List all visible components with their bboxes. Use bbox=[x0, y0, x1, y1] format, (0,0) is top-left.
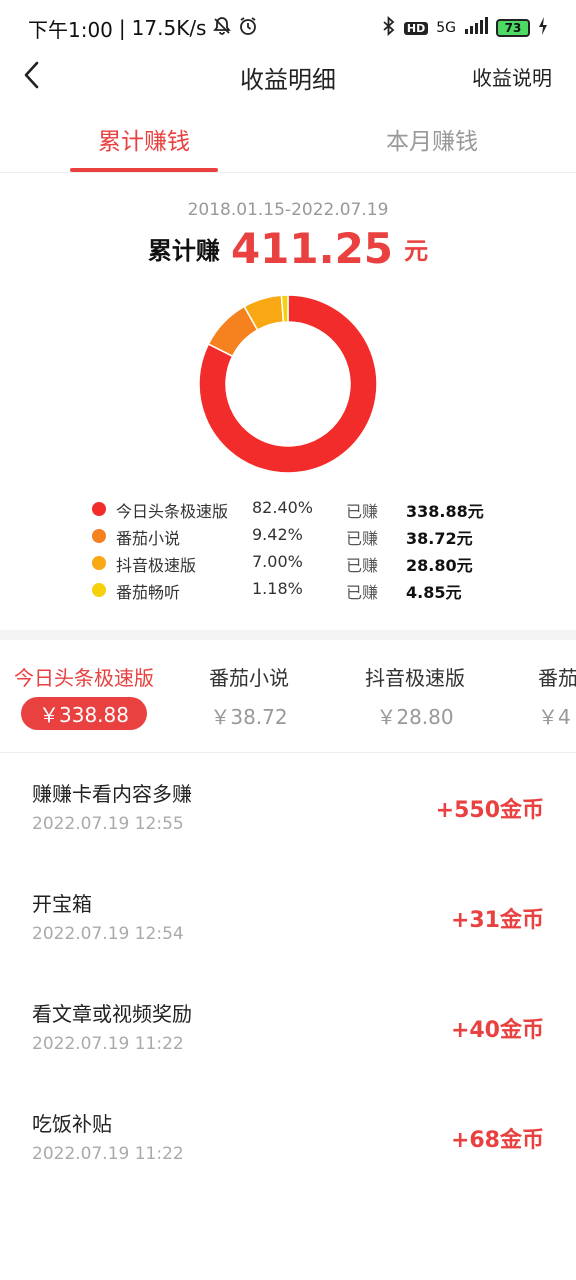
platform-tabs: 今日头条极速版 ￥338.88 番茄小说 ￥38.72 抖音极速版 ￥28.80… bbox=[0, 650, 576, 736]
record-item: 开宝箱 2022.07.19 12:54 +31金币 bbox=[0, 870, 576, 980]
record-coins: +550金币 bbox=[435, 798, 544, 823]
record-title: 看文章或视频奖励 bbox=[32, 1002, 192, 1026]
record-item: 吃饭补贴 2022.07.19 11:22 +68金币 bbox=[0, 1090, 576, 1200]
legend-amount: 38.72元 bbox=[406, 529, 473, 548]
platform-tab-name: 今日头条极速版 bbox=[14, 666, 154, 690]
platform-tab-name: 番茄 bbox=[538, 666, 576, 690]
legend-dot bbox=[92, 502, 106, 516]
nav-bar: 收益明细 收益说明 bbox=[0, 56, 576, 98]
legend-amount: 4.85元 bbox=[406, 583, 462, 602]
legend-earned-label: 已赚 bbox=[346, 529, 379, 548]
alarm-icon bbox=[238, 16, 258, 41]
bell-muted-icon bbox=[212, 16, 232, 41]
network-type: 5G bbox=[436, 20, 456, 36]
legend-earned-label: 已赚 bbox=[346, 502, 379, 521]
chart-legend: 今日头条极速版 82.40% 已赚 338.88元 番茄小说 9.42% 已赚 … bbox=[90, 496, 510, 604]
status-bar: 下午1:00 | 17.5K/s HD 5G 73 bbox=[0, 0, 576, 56]
legend-earned-label: 已赚 bbox=[346, 583, 379, 602]
hd-badge: HD bbox=[403, 21, 429, 35]
status-left: 下午1:00 | 17.5K/s bbox=[28, 14, 258, 43]
total-label: 累计赚 bbox=[147, 237, 220, 265]
donut-slice-3 bbox=[280, 294, 289, 323]
legend-name: 今日头条极速版 bbox=[116, 502, 229, 521]
donut-svg bbox=[198, 294, 378, 474]
record-title: 吃饭补贴 bbox=[32, 1112, 112, 1136]
platform-tab-toutiao[interactable]: 今日头条极速版 ￥338.88 bbox=[10, 662, 158, 730]
platform-tab-name: 番茄小说 bbox=[209, 666, 289, 690]
signal-icon bbox=[464, 17, 488, 39]
tab-this-month[interactable]: 本月赚钱 bbox=[332, 122, 532, 156]
record-time: 2022.07.19 12:55 bbox=[32, 814, 184, 834]
legend-earned-label: 已赚 bbox=[346, 556, 379, 575]
total-value: 411.25 bbox=[230, 224, 394, 273]
record-coins: +40金币 bbox=[450, 1018, 544, 1043]
battery-indicator: 73 bbox=[496, 19, 530, 37]
platform-tab-fanqie-novel[interactable]: 番茄小说 ￥38.72 bbox=[196, 662, 302, 730]
legend-percent: 82.40% bbox=[252, 498, 314, 517]
record-time: 2022.07.19 11:22 bbox=[32, 1144, 184, 1164]
legend-percent: 9.42% bbox=[252, 525, 303, 544]
record-item: 赚赚卡看内容多赚 2022.07.19 12:55 +550金币 bbox=[0, 760, 576, 870]
legend-row: 番茄小说 9.42% 已赚 38.72元 bbox=[90, 523, 510, 550]
legend-percent: 1.18% bbox=[252, 579, 303, 598]
status-right: HD 5G 73 bbox=[382, 15, 548, 40]
charging-icon bbox=[538, 17, 548, 39]
total-line: 累计赚 411.25 元 bbox=[0, 224, 576, 273]
record-title: 开宝箱 bbox=[32, 892, 92, 916]
legend-dot bbox=[92, 583, 106, 597]
legend-percent: 7.00% bbox=[252, 552, 303, 571]
record-time: 2022.07.19 12:54 bbox=[32, 924, 184, 944]
status-time: 下午1:00 bbox=[28, 17, 113, 42]
platform-tab-amount: ￥338.88 bbox=[21, 697, 147, 730]
divider bbox=[0, 172, 576, 173]
platform-tab-name: 抖音极速版 bbox=[365, 666, 465, 690]
period-tabs: 累计赚钱 本月赚钱 bbox=[0, 112, 576, 172]
legend-row: 番茄畅听 1.18% 已赚 4.85元 bbox=[90, 577, 510, 604]
legend-row: 抖音极速版 7.00% 已赚 28.80元 bbox=[90, 550, 510, 577]
earnings-info-link[interactable]: 收益说明 bbox=[472, 62, 552, 91]
legend-amount: 338.88元 bbox=[406, 502, 484, 521]
divider bbox=[0, 752, 576, 753]
platform-tab-amount: ￥4 bbox=[538, 705, 571, 729]
platform-tab-fanqie-listen[interactable]: 番茄 ￥4 bbox=[538, 662, 576, 730]
legend-dot bbox=[92, 529, 106, 543]
platform-tab-douyin[interactable]: 抖音极速版 ￥28.80 bbox=[356, 662, 474, 730]
platform-tab-amount: ￥38.72 bbox=[210, 705, 288, 729]
status-separator: | bbox=[118, 16, 126, 40]
record-title: 赚赚卡看内容多赚 bbox=[32, 782, 192, 806]
earnings-summary: 2018.01.15-2022.07.19 累计赚 411.25 元 bbox=[0, 200, 576, 273]
legend-dot bbox=[92, 556, 106, 570]
earnings-records: 赚赚卡看内容多赚 2022.07.19 12:55 +550金币 开宝箱 202… bbox=[0, 760, 576, 1200]
total-unit: 元 bbox=[404, 237, 429, 265]
date-range: 2018.01.15-2022.07.19 bbox=[187, 200, 389, 220]
section-gap bbox=[0, 630, 576, 640]
record-coins: +31金币 bbox=[450, 908, 544, 933]
earnings-donut-chart bbox=[198, 294, 378, 474]
platform-tab-amount: ￥28.80 bbox=[376, 705, 454, 729]
record-coins: +68金币 bbox=[450, 1128, 544, 1153]
bluetooth-icon bbox=[382, 15, 396, 40]
legend-row: 今日头条极速版 82.40% 已赚 338.88元 bbox=[90, 496, 510, 523]
legend-name: 番茄小说 bbox=[116, 529, 181, 548]
record-item: 看文章或视频奖励 2022.07.19 11:22 +40金币 bbox=[0, 980, 576, 1090]
legend-name: 番茄畅听 bbox=[116, 583, 181, 602]
tab-cumulative[interactable]: 累计赚钱 bbox=[44, 122, 244, 156]
record-time: 2022.07.19 11:22 bbox=[32, 1034, 184, 1054]
legend-amount: 28.80元 bbox=[406, 556, 473, 575]
legend-name: 抖音极速版 bbox=[116, 556, 197, 575]
network-speed: 17.5K/s bbox=[131, 16, 207, 40]
